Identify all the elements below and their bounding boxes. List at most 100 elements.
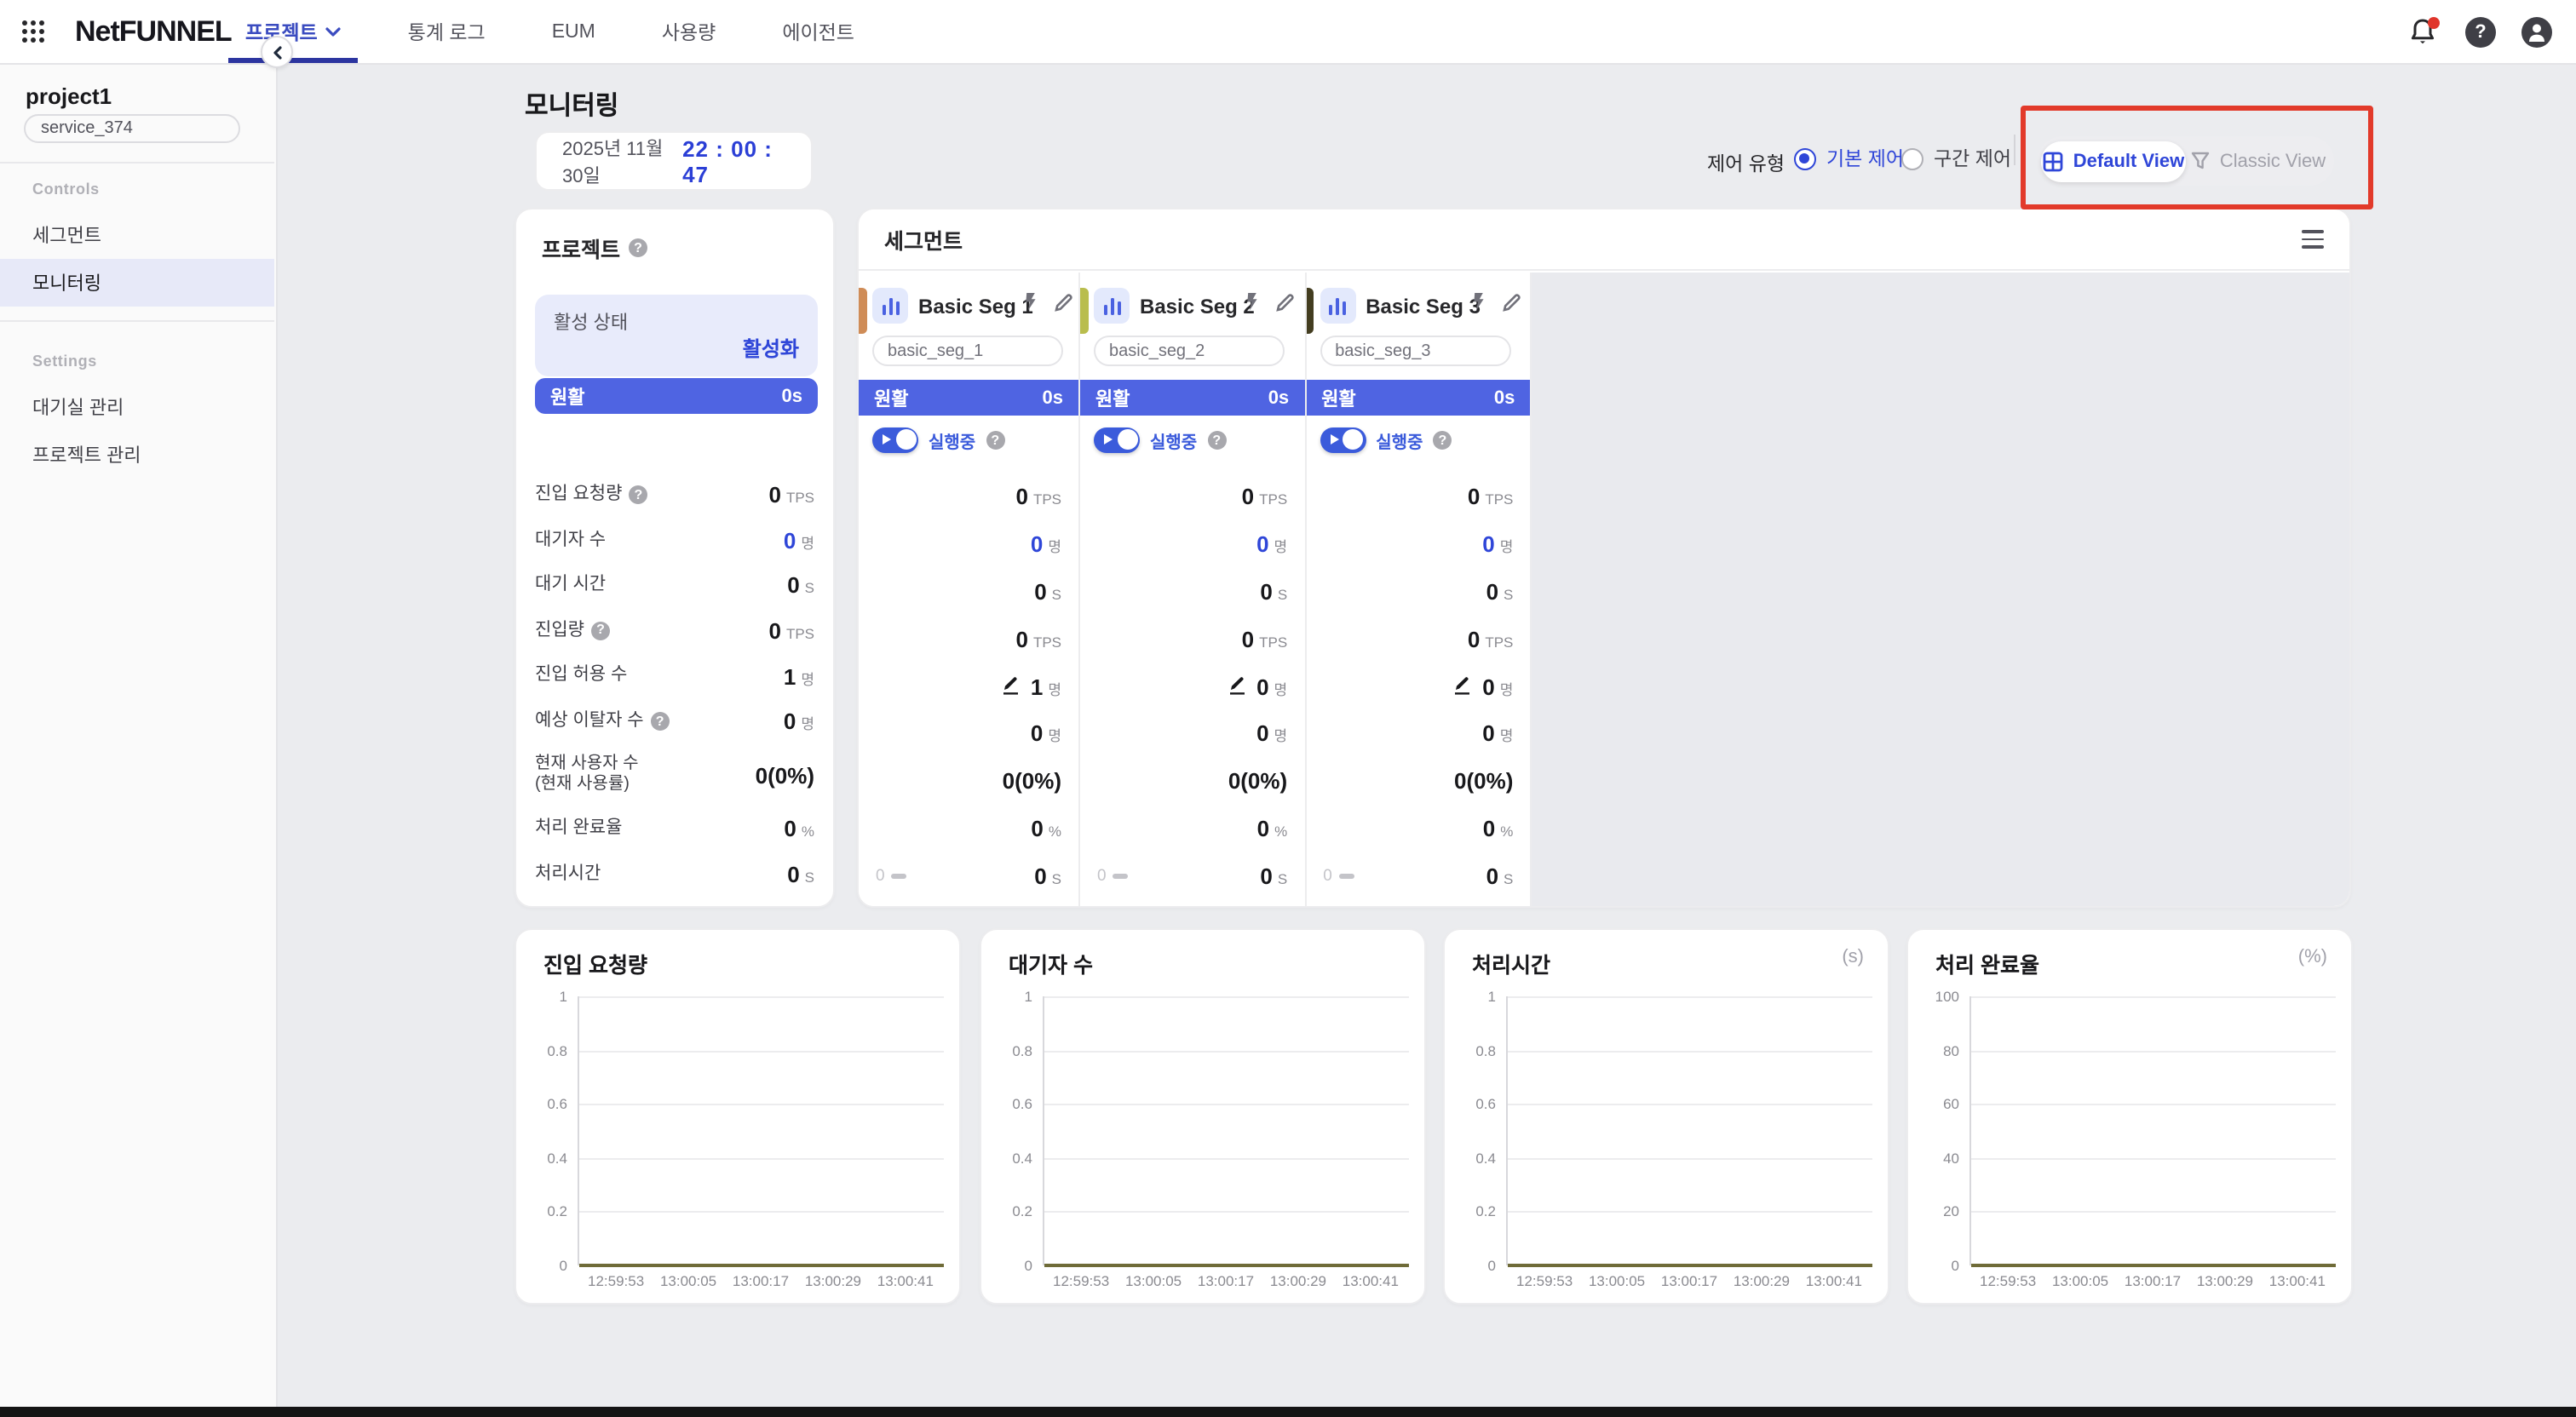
stat-number: 0 [768,618,780,644]
sidebar-item-대기실 관리[interactable]: 대기실 관리 [0,383,274,431]
y-axis-tick: 0.2 [985,1203,1032,1220]
stat-unit: 명 [1048,679,1061,699]
segment-stat-row: 1명 [876,674,1061,699]
y-axis-tick: 0.4 [985,1150,1032,1167]
sidebar-item-모니터링[interactable]: 모니터링 [0,259,274,307]
help-icon[interactable]: ? [2465,16,2496,47]
y-axis-tick: 0.8 [985,1041,1032,1058]
run-toggle[interactable] [1320,427,1366,452]
project-help-icon[interactable]: ? [629,238,647,257]
stat-label: 예상 이탈자 수? [535,710,670,732]
segment-id-input[interactable]: basic_seg_2 [1094,336,1285,366]
x-axis-tick: 12:59:53 [1053,1272,1109,1289]
tab-nav-2[interactable]: EUM [542,0,606,63]
bolt-icon[interactable] [1024,293,1041,315]
segment-id-input[interactable]: basic_seg_1 [872,336,1063,366]
running-help-icon[interactable]: ? [986,430,1004,449]
active-state-value[interactable]: 활성화 [743,334,799,363]
x-axis-ticks: 12:59:5313:00:0513:00:1713:00:2913:00:41 [1043,1272,1409,1289]
tab-label: EUM [552,21,595,42]
y-axis-tick: 0 [520,1257,567,1274]
stat-number: 0 [1256,674,1268,699]
segment-status-label: 원활 [1095,384,1130,411]
stat-unit: S [1278,870,1287,887]
stat-unit: TPS [1485,490,1513,508]
stat-label-text: 진입량 [535,620,584,642]
bolt-icon[interactable] [1471,293,1488,315]
stat-unit: % [1274,823,1287,840]
stat-value: 0% [1031,816,1061,841]
mini-gauge[interactable]: 0 [1323,867,1354,886]
stat-label-text: 현재 사용자 수(현재 사용률) [535,754,639,797]
stat-value: 0(0%) [1228,769,1287,795]
running-help-icon[interactable]: ? [1433,430,1452,449]
stat-value: 0S [787,573,814,599]
pencil-icon[interactable] [1053,293,1073,313]
stat-label: 진입 요청량? [535,484,647,506]
stat-number: 0 [1031,531,1043,557]
stat-value: 0% [1257,816,1288,841]
segment-name: Basic Seg 3 [1366,295,1481,318]
tab-nav-1[interactable]: 통계 로그 [398,0,496,63]
radio-basic-control[interactable]: 기본 제어 [1794,145,1904,172]
bolt-icon[interactable] [1245,293,1262,315]
series-zero-line [1044,1264,1409,1266]
stat-help-icon[interactable]: ? [651,712,670,731]
classic-view-button[interactable]: Classic View [2186,141,2331,181]
running-help-icon[interactable]: ? [1207,430,1226,449]
apps-grid-icon[interactable] [20,19,46,44]
stat-number: 0 [1257,816,1269,841]
funnel-icon [2191,152,2210,170]
run-toggle[interactable] [872,427,918,452]
sidebar-item-프로젝트 관리[interactable]: 프로젝트 관리 [0,431,274,479]
account-icon[interactable] [2521,16,2552,47]
tab-label: 사용량 [662,18,716,45]
chart-gridline [1044,1212,1409,1213]
stat-help-icon[interactable]: ? [629,485,647,504]
chart-plot-area [1506,996,1872,1265]
stat-value: 0명 [1453,674,1513,699]
stat-number: 0 [787,862,799,887]
sidebar-sections: Controls세그먼트모니터링Settings대기실 관리프로젝트 관리 [0,164,274,479]
tab-nav-4[interactable]: 에이전트 [772,0,865,63]
edit-value-icon[interactable] [1228,675,1246,694]
segment-menu-icon[interactable] [2302,231,2324,249]
radio-section-control[interactable]: 구간 제어 [1901,145,2011,172]
sidebar-item-세그먼트[interactable]: 세그먼트 [0,211,274,259]
service-select[interactable]: service_374 [24,114,240,143]
mini-gauge[interactable]: 0 [1097,867,1129,886]
project-panel-title: 프로젝트 [542,232,620,264]
stat-number: 0 [1260,863,1272,889]
run-toggle[interactable] [1094,427,1140,452]
stat-value: 0TPS [1015,484,1061,509]
edit-value-icon[interactable] [1002,675,1021,694]
stat-value: 0TPS [768,618,814,644]
default-view-button[interactable]: Default View [2041,141,2186,181]
stat-unit: 명 [1048,536,1061,557]
edit-pencil-icon [1500,293,1521,313]
stat-value: 0명 [1031,721,1061,747]
segment-stat-row: 0명 [1097,721,1287,747]
segment-card-basic_seg_1: Basic Seg 1basic_seg_1원활0s실행중?0TPS0명0S0T… [859,272,1080,906]
sidebar-collapse-button[interactable] [261,36,293,68]
top-navigation: NetFUNNEL 프로젝트통계 로그EUM사용량에이전트 ? [0,0,2576,65]
edit-pencil-icon [1053,293,1073,313]
mini-gauge[interactable]: 0 [876,867,907,886]
x-axis-tick: 13:00:17 [733,1272,789,1289]
segment-id-input[interactable]: basic_seg_3 [1320,336,1510,366]
stat-number: 0 [784,708,796,734]
stat-help-icon[interactable]: ? [591,622,610,640]
stat-number: 0 [1260,579,1272,605]
control-row: 제어 유형 기본 제어 구간 제어 Default View Classic V… [276,63,2576,216]
pencil-icon[interactable] [1274,293,1295,313]
tab-project[interactable]: 프로젝트 [235,0,352,63]
chart-title: 진입 요청량 [543,947,647,979]
segment-stat-row: 0% [1097,816,1287,841]
tab-nav-3[interactable]: 사용량 [652,0,727,63]
running-label: 실행중 [1376,427,1423,452]
edit-value-icon[interactable] [1453,675,1472,694]
y-axis-tick: 80 [1912,1041,1959,1058]
pencil-icon[interactable] [1500,293,1521,313]
notification-bell-icon[interactable] [2409,16,2440,47]
stat-value: 0TPS [1015,626,1061,651]
